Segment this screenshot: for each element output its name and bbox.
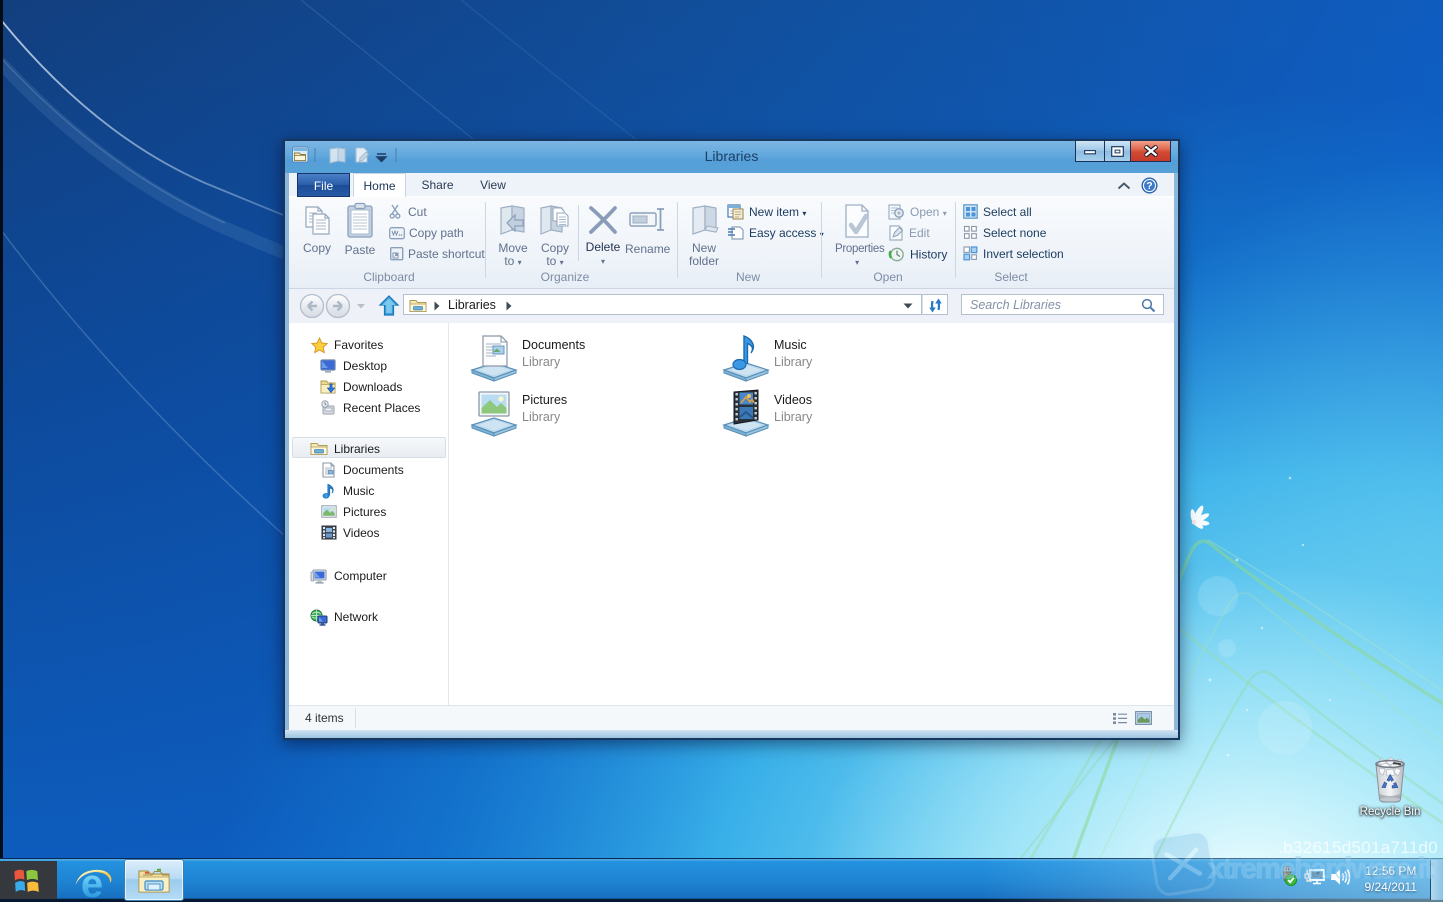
svg-text:e: e [81, 862, 103, 900]
svg-text:?: ? [1146, 180, 1152, 192]
